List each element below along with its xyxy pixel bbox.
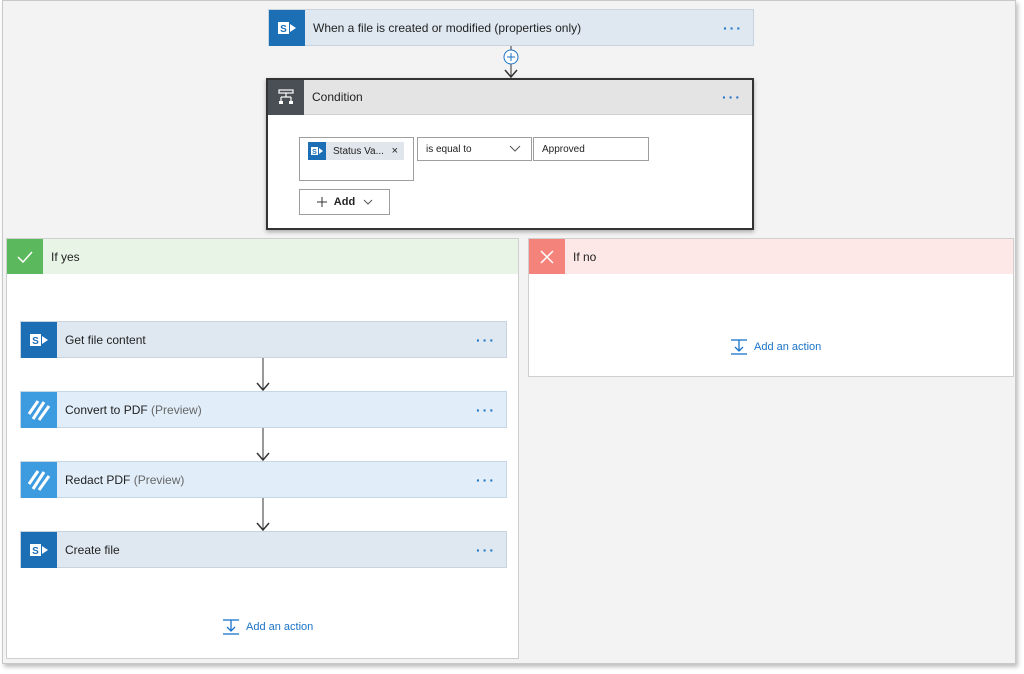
if-no-branch: If no Add an action: [528, 238, 1014, 377]
condition-value-input[interactable]: Approved: [533, 137, 649, 161]
action-card-create-file[interactable]: S Create file ···: [20, 531, 507, 568]
add-action-icon: [731, 339, 747, 355]
add-label: Add: [333, 196, 356, 208]
token-label: Status Va...: [333, 145, 384, 157]
trigger-more-button[interactable]: ···: [723, 21, 743, 35]
action-more-button[interactable]: ···: [476, 403, 496, 417]
condition-more-button[interactable]: ···: [722, 90, 742, 104]
action-card-redact-pdf[interactable]: Redact PDF (Preview) ···: [20, 461, 507, 498]
if-yes-add-action-button[interactable]: Add an action: [222, 619, 313, 635]
if-no-label: If no: [573, 249, 597, 264]
condition-icon: [268, 79, 304, 115]
preview-tag: (Preview): [151, 403, 202, 417]
action-more-button[interactable]: ···: [476, 543, 496, 557]
action-card-convert-to-pdf[interactable]: Convert to PDF (Preview) ···: [20, 391, 507, 428]
sharepoint-icon: S: [21, 322, 57, 358]
connector-arrow: [256, 358, 270, 392]
add-action-label: Add an action: [246, 621, 314, 633]
trigger-title: When a file is created or modified (prop…: [313, 21, 582, 35]
action-title: Convert to PDF: [65, 403, 148, 417]
sharepoint-icon: S: [269, 10, 305, 46]
chevron-down-icon: [509, 145, 521, 152]
plus-circle-icon[interactable]: [503, 49, 519, 65]
condition-value: Approved: [542, 143, 585, 155]
preview-tag: (Preview): [133, 473, 185, 487]
condition-card: Condition ··· S Status Va... × is equal …: [266, 78, 754, 230]
token-remove-button[interactable]: ×: [392, 145, 398, 157]
action-title: Redact PDF: [65, 473, 131, 487]
plus-icon: [316, 197, 327, 207]
status-value-token[interactable]: S Status Va... ×: [308, 142, 404, 160]
action-title: Create file: [65, 543, 120, 557]
svg-text:S: S: [280, 24, 287, 35]
action-title-wrap: Convert to PDF (Preview): [65, 403, 202, 417]
svg-text:S: S: [312, 149, 317, 156]
action-title: Get file content: [65, 333, 146, 347]
sharepoint-icon: S: [308, 142, 326, 160]
add-action-icon: [223, 619, 239, 635]
condition-left-operand[interactable]: S Status Va... ×: [299, 137, 414, 181]
flow-canvas: S When a file is created or modified (pr…: [2, 0, 1016, 664]
action-title-wrap: Redact PDF (Preview): [65, 473, 184, 487]
add-action-label: Add an action: [754, 341, 822, 353]
chevron-down-icon: [363, 199, 373, 205]
connector-arrow: [256, 428, 270, 462]
if-yes-branch: If yes S Get file content ··· Convert to…: [6, 238, 519, 659]
operator-label: is equal to: [426, 143, 472, 155]
encodian-icon: [21, 392, 57, 428]
encodian-icon: [21, 462, 57, 498]
svg-text:S: S: [32, 546, 39, 557]
action-card-get-file-content[interactable]: S Get file content ···: [20, 321, 507, 358]
operator-select[interactable]: is equal to: [417, 137, 532, 161]
condition-title: Condition: [312, 90, 363, 104]
action-more-button[interactable]: ···: [476, 473, 496, 487]
sharepoint-icon: S: [21, 532, 57, 568]
add-condition-button[interactable]: Add: [299, 189, 390, 215]
trigger-card[interactable]: S When a file is created or modified (pr…: [268, 9, 754, 46]
action-more-button[interactable]: ···: [476, 333, 496, 347]
connector-arrow: [256, 498, 270, 532]
if-no-add-action-button[interactable]: Add an action: [730, 339, 821, 355]
check-icon: [7, 239, 43, 274]
close-icon: [529, 239, 565, 274]
svg-text:S: S: [32, 336, 39, 347]
if-yes-label: If yes: [51, 249, 80, 264]
